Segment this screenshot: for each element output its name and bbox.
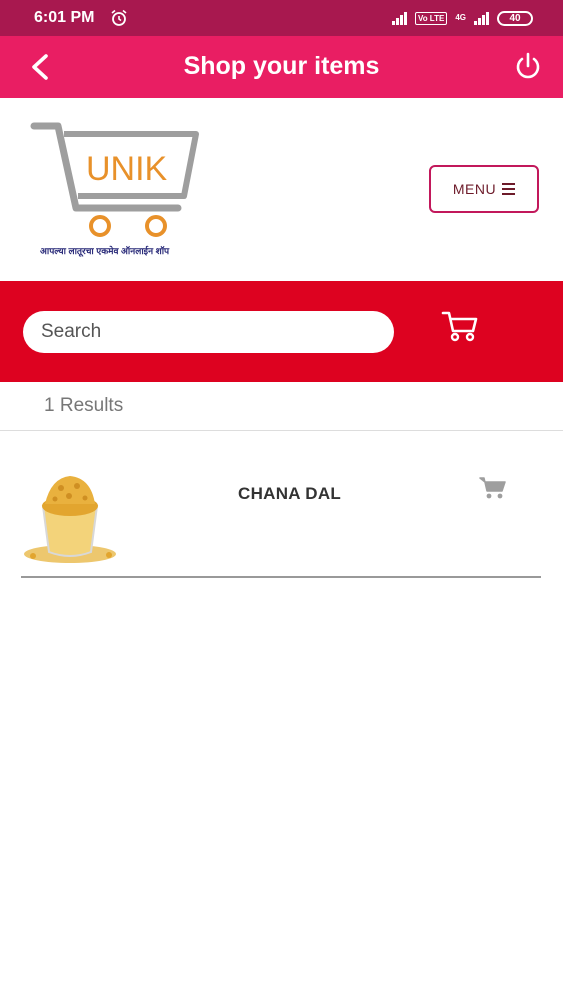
signal-icon-2 [474, 11, 489, 25]
product-image[interactable] [21, 472, 119, 568]
logo-brand: UNIK [86, 150, 168, 188]
add-to-cart-icon[interactable] [479, 476, 507, 500]
list-item[interactable]: CHANA DAL [21, 462, 541, 580]
alarm-icon [111, 9, 127, 26]
divider [0, 430, 563, 431]
results-count: 1 Results [44, 395, 124, 416]
battery-icon: 40 [497, 10, 533, 26]
search-band [0, 281, 563, 382]
product-name[interactable]: CHANA DAL [238, 484, 341, 504]
logo-tagline: आपल्या लातूरचा एकमेव ऑनलाईन शॉप [40, 246, 170, 256]
header: UNIK आपल्या लातूरचा एकमेव ऑनलाईन शॉप MEN… [0, 98, 563, 281]
page-title: Shop your items [183, 52, 380, 80]
menu-label: MENU [452, 181, 497, 197]
unik-logo[interactable]: UNIK [28, 118, 208, 258]
power-icon[interactable] [511, 50, 545, 84]
volte-badge: Vo LTE [414, 11, 448, 25]
search-input[interactable] [23, 311, 394, 353]
status-indicators: Vo LTE 4G 40 [391, 10, 533, 26]
network-type: 4G [455, 13, 466, 22]
status-bar: 6:01 PM Vo LTE 4G 40 [0, 0, 563, 36]
product-divider [21, 576, 541, 578]
hamburger-icon [502, 183, 516, 195]
app-bar: Shop your items [0, 36, 563, 98]
menu-button[interactable]: MENU [429, 165, 539, 213]
status-time: 6:01 PM [34, 9, 95, 26]
cart-icon[interactable] [440, 309, 480, 343]
signal-icon [391, 11, 407, 25]
battery-level: 40 [509, 12, 521, 24]
cart-logo-icon: UNIK [30, 122, 199, 237]
